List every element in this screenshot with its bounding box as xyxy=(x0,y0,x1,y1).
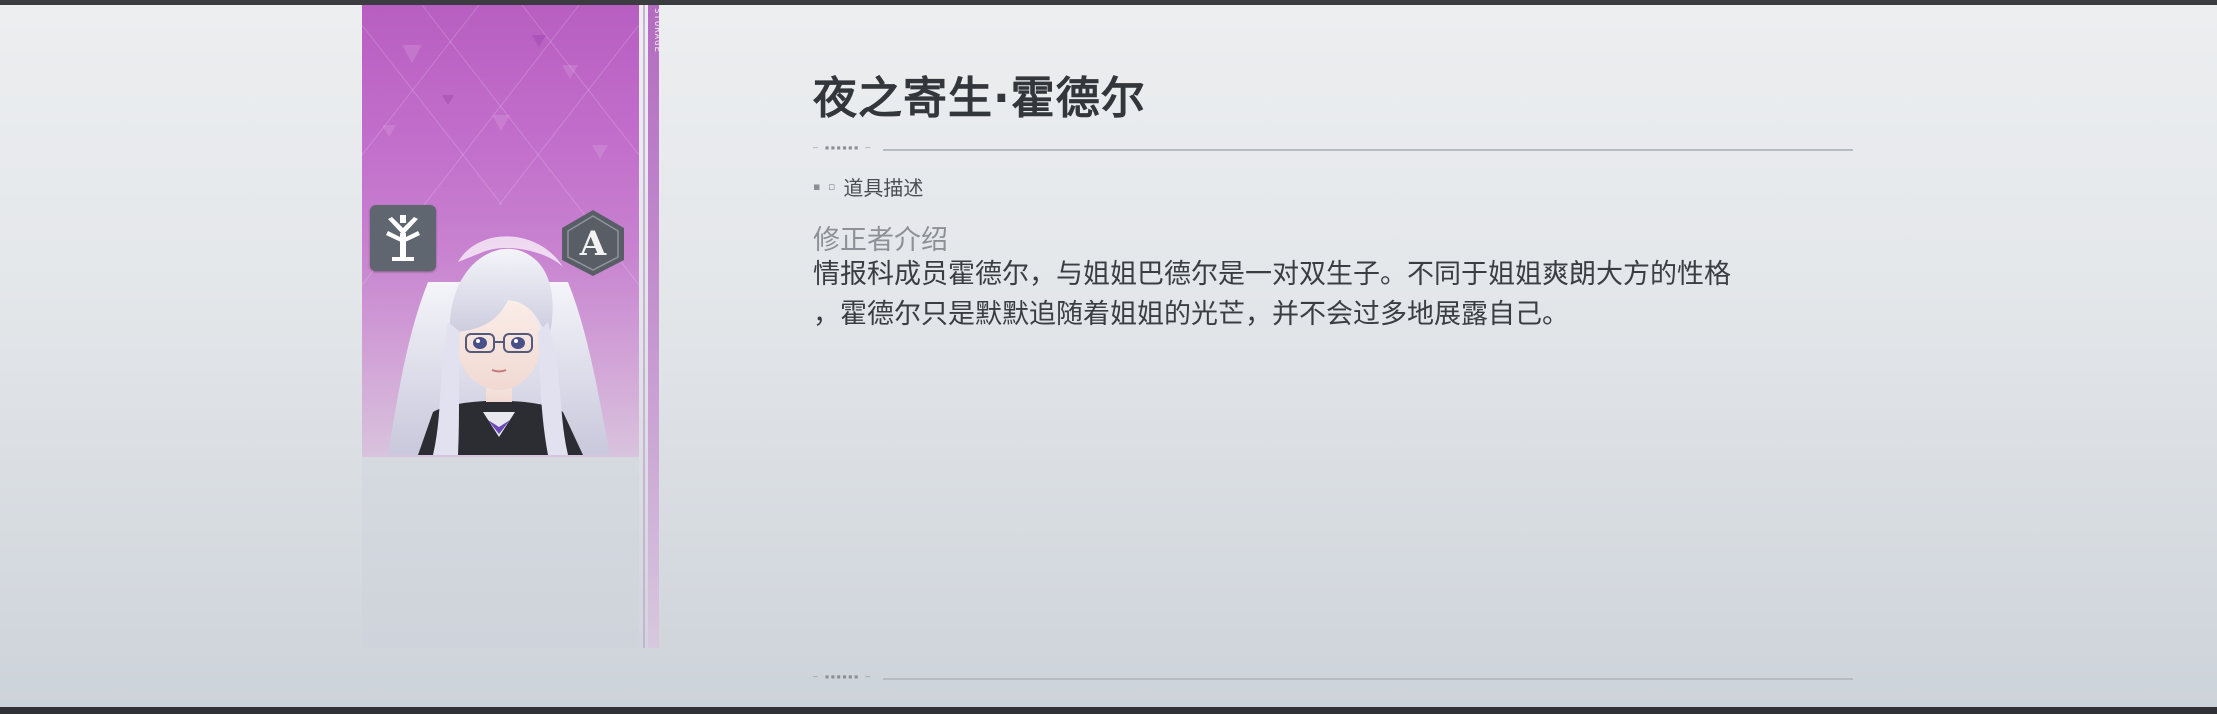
item-title: 夜之寄生·霍德尔 xyxy=(813,73,1146,124)
top-divider: — ▪▪▪▪▪▪ — xyxy=(813,143,1853,155)
stripe-thin-divider xyxy=(643,5,645,648)
tree-class-icon xyxy=(370,205,436,271)
stripe-label: STORAGE xyxy=(652,8,662,53)
divider-tag: — ▪▪▪▪▪▪ — xyxy=(813,143,872,152)
bottom-edge-bar xyxy=(0,707,2217,714)
section-item-description: ▪ ▫ 道具描述 xyxy=(813,172,923,201)
section-marks: ▪ ▫ xyxy=(813,180,838,193)
divider-tag-bottom: — ▪▪▪▪▪▪ — xyxy=(813,672,872,681)
rank-a-badge-icon: A xyxy=(558,208,628,278)
description-subheading: 修正者介绍 xyxy=(813,225,948,256)
bottom-divider: — ▪▪▪▪▪▪ — xyxy=(813,672,1853,684)
rank-letter: A xyxy=(579,224,607,264)
section-label-text: 道具描述 xyxy=(843,176,924,200)
description-text: 情报科成员霍德尔，与姐姐巴德尔是一对双生子。不同于姐姐爽朗大方的性格 ，霍德尔只… xyxy=(813,259,1731,330)
